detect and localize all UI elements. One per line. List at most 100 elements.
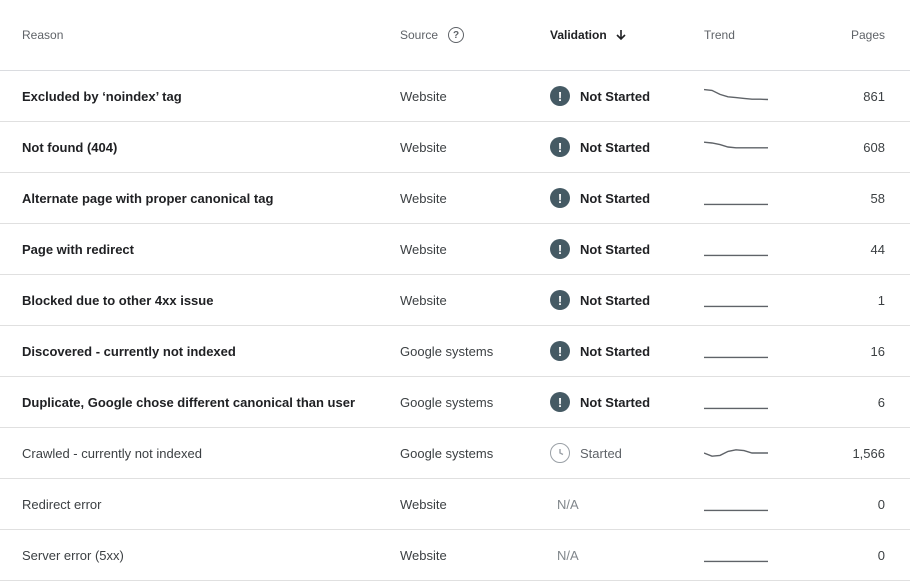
trend-sparkline (704, 305, 768, 308)
table-row[interactable]: Page with redirect Website ! Not Started… (0, 224, 910, 275)
trend-sparkline (704, 88, 768, 101)
trend-cell (704, 71, 774, 121)
trend-sparkline (704, 509, 768, 512)
source-text: Google systems (400, 445, 494, 461)
validation-cell: ! Not Started (550, 71, 690, 121)
pages-count: 608 (863, 139, 885, 155)
validation-text: Not Started (580, 88, 651, 104)
header-validation[interactable]: Validation (550, 0, 690, 70)
validation-text: N/A (557, 496, 579, 512)
validation-cell: ! Not Started (550, 224, 690, 274)
table-row[interactable]: Alternate page with proper canonical tag… (0, 173, 910, 224)
header-reason[interactable]: Reason (22, 0, 382, 70)
source-cell: Website (400, 173, 540, 223)
pages-count: 58 (870, 190, 885, 206)
reason-cell: Not found (404) (22, 122, 382, 172)
validation-status: N/A (550, 548, 579, 563)
validation-cell: ! Not Started (550, 275, 690, 325)
error-icon: ! (550, 341, 570, 361)
pages-count: 16 (870, 343, 885, 359)
reason-text: Excluded by ‘noindex’ tag (22, 88, 182, 104)
trend-line (704, 449, 768, 457)
source-text: Google systems (400, 394, 494, 410)
help-icon[interactable]: ? (448, 27, 465, 43)
table-row[interactable]: Discovered - currently not indexed Googl… (0, 326, 910, 377)
validation-cell: N/A (550, 530, 690, 580)
reason-cell: Excluded by ‘noindex’ tag (22, 71, 382, 121)
reason-text: Page with redirect (22, 241, 134, 257)
header-source[interactable]: Source ? (400, 0, 540, 70)
reason-cell: Redirect error (22, 479, 382, 529)
pages-count: 6 (877, 394, 885, 410)
table-row[interactable]: Crawled - currently not indexed Google s… (0, 428, 910, 479)
trend-sparkline (704, 356, 768, 359)
source-text: Website (400, 88, 447, 104)
validation-status: ! Not Started (550, 86, 650, 106)
validation-text: Not Started (580, 394, 651, 410)
source-cell: Website (400, 122, 540, 172)
error-icon: ! (550, 86, 570, 106)
reason-text: Redirect error (22, 496, 102, 512)
validation-cell: Started (550, 428, 690, 478)
pages-cell: 1 (805, 275, 885, 325)
validation-cell: ! Not Started (550, 326, 690, 376)
table-row[interactable]: Redirect error Website N/A 0 (0, 479, 910, 530)
source-text: Website (400, 496, 447, 512)
validation-status: N/A (550, 497, 579, 512)
source-cell: Website (400, 530, 540, 580)
table-row[interactable]: Server error (5xx) Website N/A 0 (0, 530, 910, 581)
pages-count: 0 (877, 547, 885, 563)
validation-text: Not Started (580, 139, 651, 155)
source-text: Website (400, 190, 447, 206)
header-trend: Trend (704, 0, 774, 70)
validation-text: Not Started (580, 241, 651, 257)
reason-text: Server error (5xx) (22, 547, 124, 563)
table-row[interactable]: Duplicate, Google chose different canoni… (0, 377, 910, 428)
trend-sparkline (704, 560, 768, 563)
pages-cell: 16 (805, 326, 885, 376)
source-cell: Google systems (400, 377, 540, 427)
table-row[interactable]: Blocked due to other 4xx issue Website !… (0, 275, 910, 326)
pages-cell: 1,566 (805, 428, 885, 478)
trend-cell (704, 224, 774, 274)
arrow-down-icon (615, 29, 627, 41)
error-icon: ! (550, 137, 570, 157)
trend-line (704, 141, 768, 149)
reason-text: Crawled - currently not indexed (22, 445, 202, 461)
source-text: Website (400, 241, 447, 257)
header-trend-label: Trend (704, 28, 735, 42)
reason-cell: Page with redirect (22, 224, 382, 274)
table-row[interactable]: Excluded by ‘noindex’ tag Website ! Not … (0, 71, 910, 122)
validation-status: ! Not Started (550, 188, 650, 208)
reason-text: Duplicate, Google chose different canoni… (22, 394, 356, 410)
trend-sparkline (704, 203, 768, 206)
validation-status: Started (550, 443, 622, 463)
table-row[interactable]: Not found (404) Website ! Not Started 60… (0, 122, 910, 173)
pages-cell: 608 (805, 122, 885, 172)
reason-cell: Alternate page with proper canonical tag (22, 173, 382, 223)
validation-text: Not Started (580, 343, 651, 359)
pages-cell: 0 (805, 530, 885, 580)
validation-status: ! Not Started (550, 290, 650, 310)
error-icon: ! (550, 239, 570, 259)
trend-sparkline (704, 407, 768, 410)
error-icon: ! (550, 290, 570, 310)
reason-text: Blocked due to other 4xx issue (22, 292, 214, 308)
pages-cell: 0 (805, 479, 885, 529)
header-reason-label: Reason (22, 28, 64, 42)
clock-icon (550, 443, 570, 463)
pages-cell: 861 (805, 71, 885, 121)
header-pages[interactable]: Pages (805, 0, 885, 70)
header-pages-label: Pages (850, 28, 885, 42)
validation-status: ! Not Started (550, 341, 650, 361)
trend-line (704, 88, 768, 101)
header-validation-label: Validation (550, 28, 607, 42)
reason-cell: Blocked due to other 4xx issue (22, 275, 382, 325)
pages-cell: 44 (805, 224, 885, 274)
trend-sparkline (704, 141, 768, 149)
pages-count: 1,566 (852, 445, 885, 461)
error-icon: ! (550, 188, 570, 208)
source-cell: Website (400, 71, 540, 121)
source-cell: Google systems (400, 428, 540, 478)
validation-cell: N/A (550, 479, 690, 529)
